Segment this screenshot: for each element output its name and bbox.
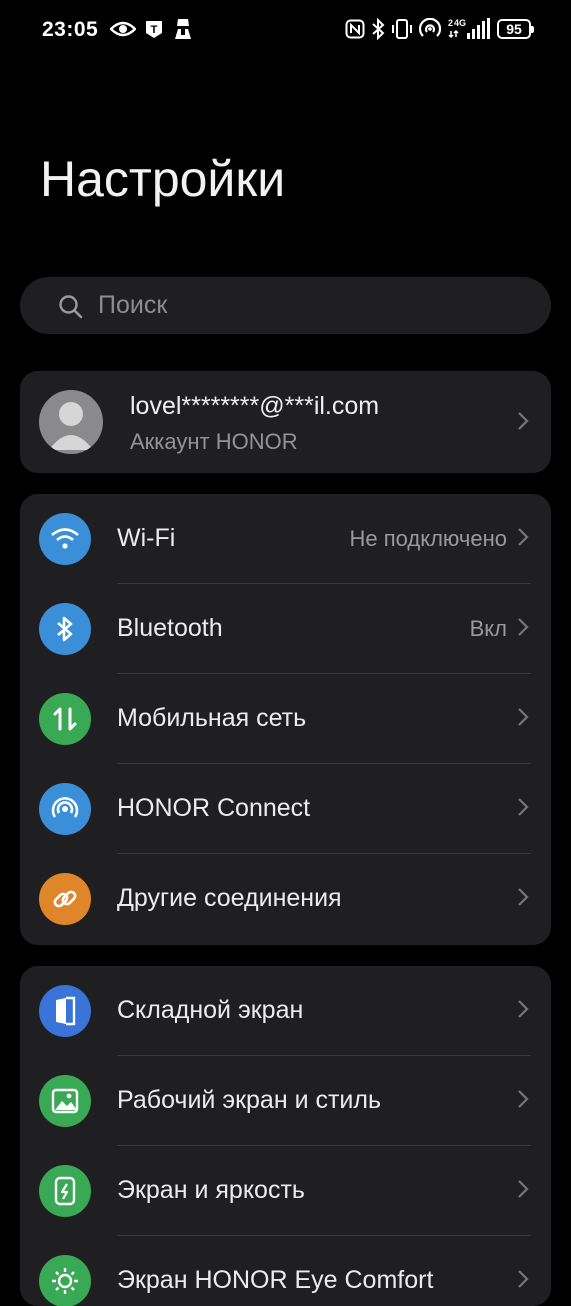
fold-screen-icon xyxy=(39,985,91,1037)
svg-text:4G: 4G xyxy=(454,18,466,28)
incognito-icon xyxy=(172,18,194,40)
settings-item-eye-comfort[interactable]: Экран HONOR Eye Comfort xyxy=(20,1236,551,1306)
settings-item-label: Другие соединения xyxy=(117,884,342,912)
settings-item-label: Wi-Fi xyxy=(117,524,176,552)
chevron-right-icon xyxy=(517,1179,529,1199)
page-title: Настройки xyxy=(40,151,286,207)
link-icon xyxy=(39,873,91,925)
svg-text:T: T xyxy=(151,24,158,36)
bluetooth-icon xyxy=(39,603,91,655)
settings-item-value: Вкл xyxy=(469,616,507,641)
settings-item-label: Складной экран xyxy=(117,996,304,1024)
battery-icon: 95 xyxy=(497,19,534,39)
chevron-right-icon xyxy=(517,797,529,817)
chevron-right-icon xyxy=(517,617,529,637)
account-subtitle: Аккаунт HONOR xyxy=(130,429,298,454)
settings-item-fold-screen[interactable]: Складной экран xyxy=(20,966,551,1056)
wifi-icon xyxy=(39,513,91,565)
settings-item-label: Bluetooth xyxy=(117,614,223,642)
search-bar[interactable]: Поиск xyxy=(20,277,551,334)
signal-icon: 2 4G xyxy=(447,17,491,41)
chevron-right-icon xyxy=(517,887,529,907)
settings-item-wifi[interactable]: Wi-Fi Не подключено xyxy=(20,494,551,584)
chevron-right-icon xyxy=(517,999,529,1019)
nfc-icon xyxy=(345,19,365,39)
settings-item-label: HONOR Connect xyxy=(117,794,311,822)
chevron-right-icon xyxy=(517,1269,529,1289)
account-email: lovel********@***il.com xyxy=(130,392,380,420)
settings-item-home-screen-style[interactable]: Рабочий экран и стиль xyxy=(20,1056,551,1146)
chevron-right-icon xyxy=(517,707,529,727)
settings-item-label: Экран HONOR Eye Comfort xyxy=(117,1266,434,1294)
search-placeholder: Поиск xyxy=(98,291,168,319)
settings-item-other-connections[interactable]: Другие соединения xyxy=(20,854,551,944)
account-card[interactable]: lovel********@***il.com Аккаунт HONOR xyxy=(20,371,551,473)
tiktok-icon: T xyxy=(144,19,164,39)
hotspot-icon xyxy=(419,18,441,40)
eye-icon xyxy=(110,20,136,38)
settings-item-value: Не подключено xyxy=(349,526,507,551)
search-icon xyxy=(58,294,84,325)
avatar xyxy=(39,390,103,454)
bluetooth-icon xyxy=(371,18,385,40)
settings-item-label: Мобильная сеть xyxy=(117,704,307,732)
settings-item-bluetooth[interactable]: Bluetooth Вкл xyxy=(20,584,551,674)
vibrate-icon xyxy=(391,18,413,40)
settings-item-honor-connect[interactable]: HONOR Connect xyxy=(20,764,551,854)
eye-comfort-icon xyxy=(39,1255,91,1306)
svg-text:2: 2 xyxy=(448,18,453,28)
settings-item-mobile-network[interactable]: Мобильная сеть xyxy=(20,674,551,764)
status-time: 23:05 xyxy=(42,18,99,41)
chevron-right-icon xyxy=(517,1089,529,1109)
settings-item-label: Рабочий экран и стиль xyxy=(117,1086,382,1114)
mobile-data-icon xyxy=(39,693,91,745)
status-bar: 23:05 T 2 4G 95 xyxy=(0,0,571,64)
honor-connect-icon xyxy=(39,783,91,835)
settings-item-label: Экран и яркость xyxy=(117,1176,305,1204)
chevron-right-icon xyxy=(517,411,529,431)
settings-group-display: Складной экран Рабочий экран и стиль Экр… xyxy=(20,966,551,1306)
wallpaper-icon xyxy=(39,1075,91,1127)
brightness-icon xyxy=(39,1165,91,1217)
settings-item-display-brightness[interactable]: Экран и яркость xyxy=(20,1146,551,1236)
settings-group-connections: Wi-Fi Не подключено Bluetooth Вкл Мобиль… xyxy=(20,494,551,945)
chevron-right-icon xyxy=(517,527,529,547)
